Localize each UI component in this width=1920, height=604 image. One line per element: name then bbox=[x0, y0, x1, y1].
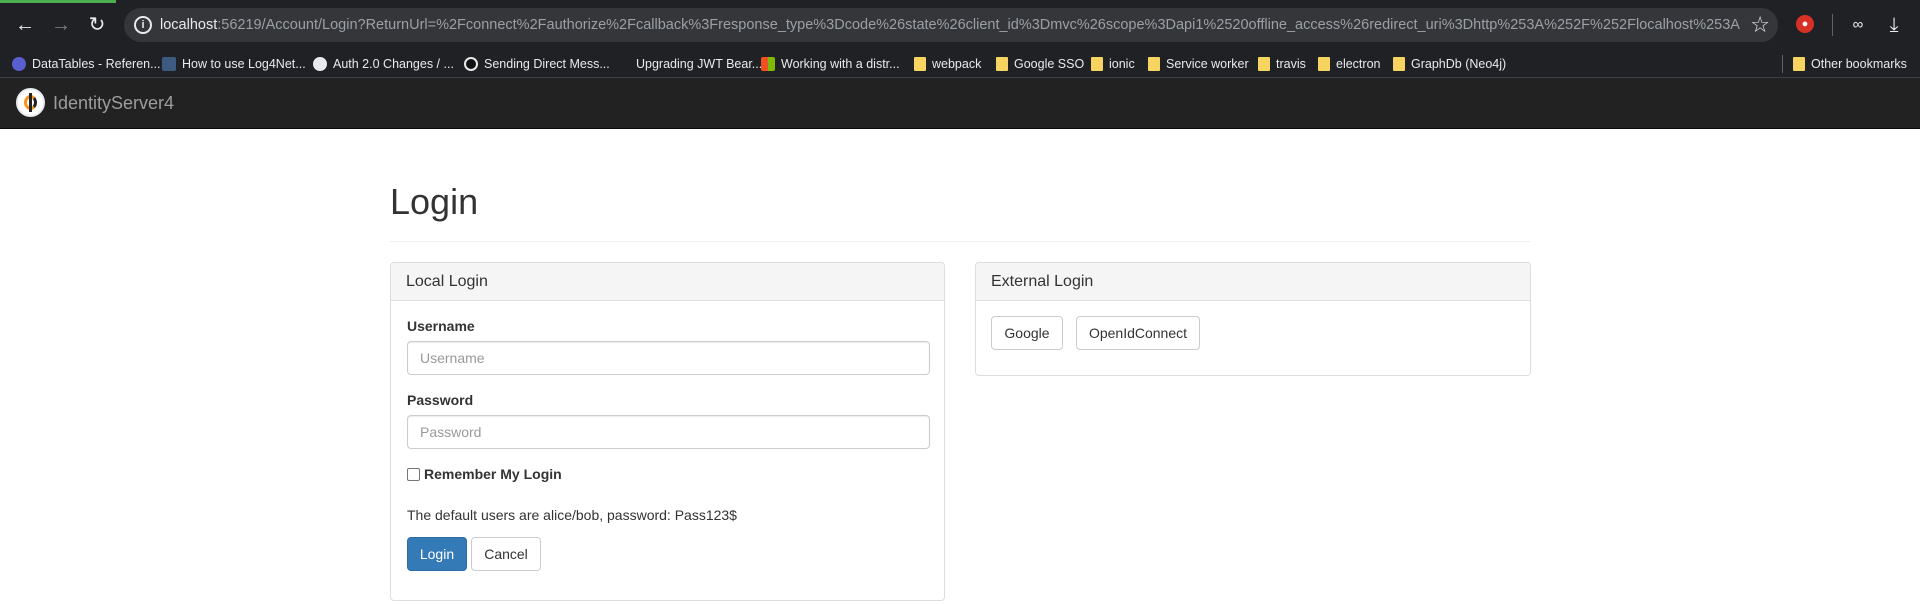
bookmark-folder[interactable]: GraphDb (Neo4j) bbox=[1393, 50, 1506, 78]
folder-icon bbox=[914, 57, 926, 71]
bookmark-label: travis bbox=[1276, 57, 1306, 71]
reload-icon[interactable]: ↻ bbox=[84, 12, 110, 38]
site-info-icon[interactable]: i bbox=[134, 16, 152, 34]
bookmark-folder[interactable]: Service worker bbox=[1148, 50, 1249, 78]
folder-icon bbox=[1793, 57, 1805, 71]
local-login-heading: Local Login bbox=[391, 263, 944, 301]
browser-toolbar: ← → ↻ i localhost:56219/Account/Login?Re… bbox=[0, 0, 1920, 50]
login-button[interactable]: Login bbox=[407, 537, 467, 571]
local-login-panel: Local Login Username Password Remember M… bbox=[390, 262, 945, 601]
password-label: Password bbox=[407, 392, 474, 408]
bookmark-star-icon[interactable]: ☆ bbox=[1750, 12, 1770, 38]
bookmarks-divider bbox=[1782, 55, 1783, 73]
microsoft-icon bbox=[761, 57, 775, 71]
folder-icon bbox=[1091, 57, 1103, 71]
bookmark-label: Auth 2.0 Changes / ... bbox=[333, 57, 454, 71]
bookmark-label: Other bookmarks bbox=[1811, 57, 1907, 71]
default-users-hint: The default users are alice/bob, passwor… bbox=[407, 507, 737, 523]
circle-icon bbox=[464, 57, 478, 71]
remember-login-checkbox[interactable] bbox=[407, 468, 420, 481]
other-bookmarks-folder[interactable]: Other bookmarks bbox=[1793, 50, 1907, 78]
folder-icon bbox=[1318, 57, 1330, 71]
bookmark-label: Upgrading JWT Bear... bbox=[636, 57, 763, 71]
github-icon bbox=[313, 57, 327, 71]
bookmark-label: Google SSO bbox=[1014, 57, 1085, 71]
bookmark-label: electron bbox=[1336, 57, 1381, 71]
incognito-icon[interactable]: ∞ bbox=[1846, 14, 1870, 36]
toolbar-divider bbox=[1832, 14, 1833, 36]
page-title: Login bbox=[390, 181, 479, 222]
bookmark-item[interactable]: DataTables - Referen... bbox=[12, 50, 161, 78]
identityserver-logo-icon[interactable] bbox=[16, 88, 45, 117]
bookmark-label: How to use Log4Net... bbox=[182, 57, 306, 71]
bookmark-item[interactable]: Sending Direct Mess... bbox=[464, 50, 610, 78]
bookmark-label: GraphDb (Neo4j) bbox=[1411, 57, 1507, 71]
download-icon[interactable]: ⤓ bbox=[1882, 13, 1906, 37]
bookmark-folder[interactable]: Google SSO bbox=[996, 50, 1084, 78]
datatables-icon bbox=[12, 57, 26, 71]
page-header: Login bbox=[390, 175, 1530, 242]
bookmark-label: ionic bbox=[1109, 57, 1135, 71]
url-path: :56219/Account/Login?ReturnUrl=%2Fconnec… bbox=[217, 17, 1740, 33]
password-input[interactable] bbox=[407, 415, 930, 449]
bookmark-folder[interactable]: electron bbox=[1318, 50, 1380, 78]
brand-name[interactable]: IdentityServer4 bbox=[53, 78, 174, 129]
url-host: localhost bbox=[160, 17, 218, 33]
external-login-heading: External Login bbox=[976, 263, 1530, 301]
folder-icon bbox=[1258, 57, 1270, 71]
address-url[interactable]: localhost:56219/Account/Login?ReturnUrl=… bbox=[160, 8, 1740, 42]
folder-icon bbox=[996, 57, 1008, 71]
bookmark-item[interactable]: How to use Log4Net... bbox=[162, 50, 306, 78]
bookmark-label: Service worker bbox=[1166, 57, 1249, 71]
bookmark-item[interactable]: Upgrading JWT Bear... bbox=[616, 50, 762, 78]
forward-arrow-icon[interactable]: → bbox=[48, 12, 74, 38]
username-label: Username bbox=[407, 318, 475, 334]
external-login-panel: External Login Google OpenIdConnect bbox=[975, 262, 1531, 376]
bookmark-folder[interactable]: webpack bbox=[914, 50, 981, 78]
folder-icon bbox=[1148, 57, 1160, 71]
bookmark-label: DataTables - Referen... bbox=[32, 57, 161, 71]
blank-page-icon bbox=[616, 57, 630, 71]
bookmark-folder[interactable]: travis bbox=[1258, 50, 1306, 78]
cancel-button[interactable]: Cancel bbox=[471, 537, 541, 571]
bookmark-label: Sending Direct Mess... bbox=[484, 57, 610, 71]
bookmark-item[interactable]: Auth 2.0 Changes / ... bbox=[313, 50, 454, 78]
bookmark-label: Working with a distr... bbox=[781, 57, 900, 71]
google-login-button[interactable]: Google bbox=[991, 316, 1063, 350]
app-navbar: IdentityServer4 bbox=[0, 78, 1920, 129]
bookmark-item[interactable]: Working with a distr... bbox=[761, 50, 900, 78]
remember-login-label[interactable]: Remember My Login bbox=[424, 466, 562, 482]
extension-icon[interactable]: ● bbox=[1796, 15, 1814, 33]
bookmark-folder[interactable]: ionic bbox=[1091, 50, 1135, 78]
bookmark-label: webpack bbox=[932, 57, 982, 71]
address-bar[interactable]: i localhost:56219/Account/Login?ReturnUr… bbox=[124, 8, 1778, 42]
bookmarks-bar: DataTables - Referen... How to use Log4N… bbox=[0, 50, 1920, 78]
openidconnect-login-button[interactable]: OpenIdConnect bbox=[1076, 316, 1200, 350]
active-tab-indicator bbox=[0, 0, 116, 3]
back-arrow-icon[interactable]: ← bbox=[12, 12, 38, 38]
username-input[interactable] bbox=[407, 341, 930, 375]
folder-icon bbox=[1393, 57, 1405, 71]
log4net-icon bbox=[162, 57, 176, 71]
